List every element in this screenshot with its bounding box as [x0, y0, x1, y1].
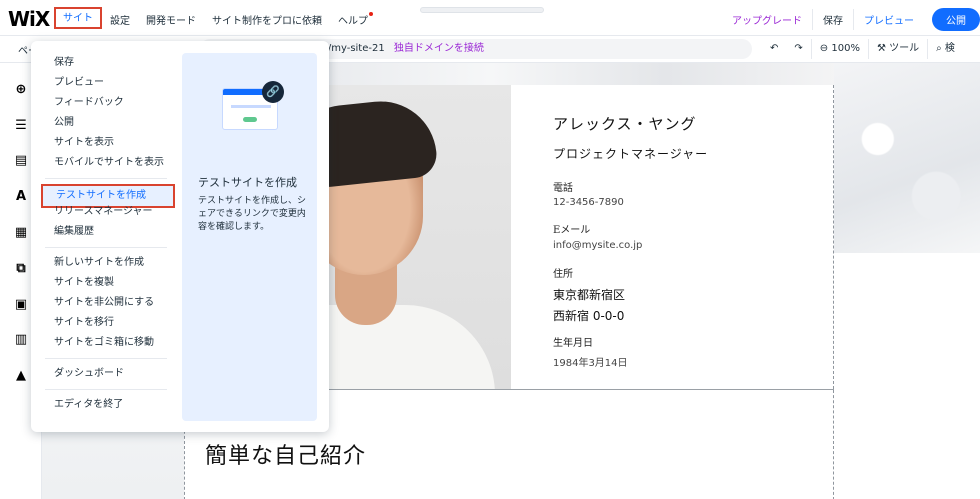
- background-strip: [318, 63, 838, 85]
- menu-item-save[interactable]: 保存: [31, 53, 181, 73]
- zoom-control[interactable]: ⊖ 100%: [810, 39, 868, 59]
- zoom-out-icon: ⊖: [819, 43, 829, 54]
- notification-dot: [369, 12, 373, 16]
- wrench-icon: ⚒: [876, 43, 886, 54]
- search-button[interactable]: ⌕ 検: [927, 39, 963, 59]
- menu-item-view-site[interactable]: サイトを表示: [31, 133, 181, 153]
- top-bar: WiX サイト 設定 開発モード サイト制作をプロに依頼 ヘルプ アップグレード…: [0, 0, 980, 36]
- nav-hire-pro[interactable]: サイト制作をプロに依頼: [204, 10, 330, 29]
- menu-item-preview[interactable]: プレビュー: [31, 73, 181, 93]
- zoom-level: 100%: [831, 43, 860, 54]
- top-actions: アップグレード 保存 プレビュー 公開: [722, 8, 980, 31]
- menu-divider: [45, 178, 167, 179]
- menu-item-history[interactable]: 編集履歴: [31, 222, 181, 242]
- address-line2[interactable]: 西新宿 0-0-0: [553, 307, 624, 324]
- business-icon[interactable]: ⧉: [13, 260, 29, 276]
- address-label: 住所: [553, 269, 573, 280]
- site-menu-dropdown: 保存 プレビュー フィードバック 公開 サイトを表示 モバイルでサイトを表示 テ…: [31, 41, 329, 432]
- connect-domain-link[interactable]: 独自ドメインを接続: [394, 43, 484, 54]
- pages-icon[interactable]: ▤: [13, 152, 29, 168]
- about-heading[interactable]: 簡単な自己紹介: [205, 438, 366, 470]
- cms-icon[interactable]: ▥: [13, 331, 29, 347]
- profile-job-title[interactable]: プロジェクトマネージャー: [553, 145, 708, 162]
- menu-item-dashboard[interactable]: ダッシュボード: [31, 364, 181, 384]
- preview-button[interactable]: プレビュー: [854, 9, 924, 30]
- menu-item-unpublish[interactable]: サイトを非公開にする: [31, 293, 181, 313]
- background-side: [834, 63, 980, 253]
- phone-label: 電話: [553, 183, 573, 194]
- menu-item-view-mobile[interactable]: モバイルでサイトを表示: [31, 153, 181, 173]
- editor-tools: ↶ ↷ ⊖ 100% ⚒ ツール ⌕ 検: [762, 39, 963, 59]
- page-margin: [834, 253, 980, 499]
- birthday-value[interactable]: 1984年3月14日: [553, 354, 628, 369]
- menu-item-exit-editor[interactable]: エディタを終了: [31, 395, 181, 415]
- undo-icon[interactable]: ↶: [762, 39, 786, 59]
- menu-item-publish[interactable]: 公開: [31, 113, 181, 133]
- theme-icon[interactable]: A: [13, 188, 29, 204]
- phone-value[interactable]: 12-3456-7890: [553, 197, 624, 208]
- save-button[interactable]: 保存: [812, 9, 854, 30]
- nav-dev-mode[interactable]: 開発モード: [138, 10, 204, 29]
- nav-site[interactable]: サイト: [54, 7, 102, 29]
- apps-icon[interactable]: ▦: [13, 224, 29, 240]
- publish-button[interactable]: 公開: [932, 8, 980, 31]
- menu-info-panel: 🔗 テストサイトを作成 テストサイトを作成し、シェアできるリンクで変更内容を確認…: [182, 53, 317, 421]
- profile-name[interactable]: アレックス・ヤング: [553, 113, 697, 134]
- site-menu-list: 保存 プレビュー フィードバック 公開 サイトを表示 モバイルでサイトを表示 テ…: [31, 53, 181, 415]
- menu-item-release-manager[interactable]: リリースマネージャー: [31, 202, 181, 222]
- menu-divider: [45, 389, 167, 390]
- nav-settings[interactable]: 設定: [102, 10, 138, 29]
- menu-divider: [45, 358, 167, 359]
- upgrade-button[interactable]: アップグレード: [722, 9, 812, 30]
- search-label: 検: [944, 43, 955, 54]
- add-icon[interactable]: ⊕: [13, 81, 29, 97]
- sections-icon[interactable]: ☰: [13, 117, 29, 133]
- redo-icon[interactable]: ↷: [786, 39, 810, 59]
- info-panel-title: テストサイトを作成: [198, 176, 297, 189]
- wix-logo[interactable]: WiX: [8, 7, 50, 31]
- menu-divider: [45, 247, 167, 248]
- link-icon: 🔗: [262, 81, 284, 103]
- info-panel-description: テストサイトを作成し、シェアできるリンクで変更内容を確認します。: [198, 196, 307, 232]
- menu-item-transfer[interactable]: サイトを移行: [31, 313, 181, 333]
- address-line1[interactable]: 東京都新宿区: [553, 286, 625, 303]
- collapse-handle[interactable]: [420, 7, 544, 13]
- media-icon[interactable]: ▣: [13, 296, 29, 312]
- tools-button[interactable]: ⚒ ツール: [867, 39, 927, 59]
- app-market-icon[interactable]: ▲: [13, 367, 29, 383]
- nav-help-label: ヘルプ: [338, 16, 368, 27]
- email-value[interactable]: info@mysite.co.jp: [553, 240, 642, 251]
- menu-item-feedback[interactable]: フィードバック: [31, 93, 181, 113]
- menu-item-new-site[interactable]: 新しいサイトを作成: [31, 253, 181, 273]
- search-icon: ⌕: [936, 43, 942, 54]
- birthday-label: 生年月日: [553, 338, 593, 349]
- top-nav: サイト 設定 開発モード サイト制作をプロに依頼 ヘルプ: [54, 7, 381, 29]
- profile-info[interactable]: アレックス・ヤング プロジェクトマネージャー 電話 12-3456-7890 E…: [553, 85, 833, 389]
- menu-item-trash[interactable]: サイトをゴミ箱に移動: [31, 333, 181, 353]
- tools-label: ツール: [889, 43, 920, 54]
- email-label: Eメール: [553, 225, 591, 236]
- menu-item-duplicate[interactable]: サイトを複製: [31, 273, 181, 293]
- nav-help[interactable]: ヘルプ: [330, 10, 381, 29]
